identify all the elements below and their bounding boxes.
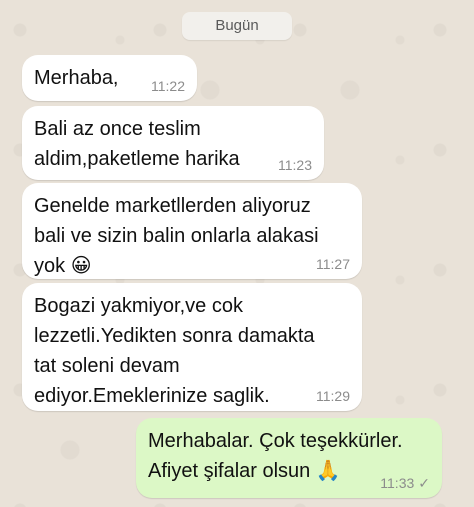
message-time: 11:33 [380,475,415,491]
message-bubble-incoming[interactable]: Merhaba, 11:22 [22,55,197,101]
message-text: Bali az once teslim aldim,paketleme hari… [34,118,240,170]
grinning-face-emoji-icon: 😀 [70,255,92,277]
message-bubble-incoming[interactable]: Bogazi yakmiyor,ve cok lezzetli.Yedikten… [22,283,362,411]
message-text: Merhabalar. Çok teşekkürler. Afiyet şifa… [148,430,403,482]
folded-hands-emoji-icon: 🙏 [315,460,341,482]
message-time: 11:29 [316,388,350,404]
message-bubble-outgoing[interactable]: Merhabalar. Çok teşekkürler. Afiyet şifa… [136,418,442,498]
message-time: 11:23 [278,157,312,173]
message-time: 11:22 [151,78,185,94]
single-check-icon: ✓ [418,475,430,491]
date-separator: Bugün [182,12,292,40]
message-time: 11:27 [316,256,350,272]
message-bubble-incoming[interactable]: Bali az once teslim aldim,paketleme hari… [22,106,324,180]
message-text: Bogazi yakmiyor,ve cok lezzetli.Yedikten… [34,295,315,407]
message-meta: 11:33 ✓ [380,475,430,491]
message-bubble-incoming[interactable]: Genelde marketllerden aliyoruz bali ve s… [22,183,362,279]
